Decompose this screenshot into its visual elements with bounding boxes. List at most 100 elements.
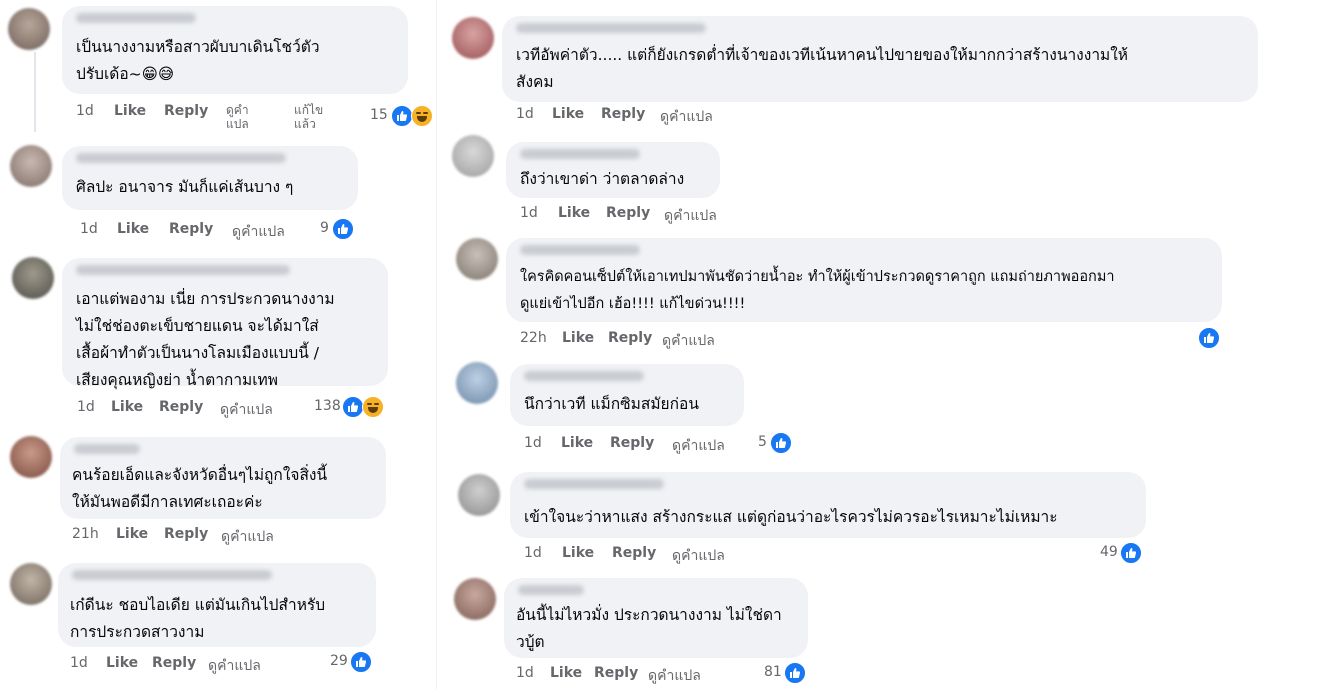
translate-button[interactable]: ดูคำแปล bbox=[672, 545, 725, 567]
reply-button[interactable]: Reply bbox=[152, 655, 196, 671]
author-name-blurred[interactable] bbox=[72, 570, 272, 580]
author-name-blurred[interactable] bbox=[74, 444, 140, 454]
comment-time[interactable]: 1d bbox=[80, 221, 98, 237]
translate-button[interactable]: ดูคำแปล bbox=[664, 205, 717, 227]
reaction-summary[interactable]: 138 bbox=[314, 396, 386, 418]
avatar[interactable] bbox=[452, 135, 494, 177]
like-button[interactable]: Like bbox=[558, 205, 590, 221]
comment-time[interactable]: 1d bbox=[516, 106, 534, 122]
reaction-summary[interactable]: 5 bbox=[756, 432, 794, 454]
reply-button[interactable]: Reply bbox=[606, 205, 650, 221]
comment-time[interactable]: 21h bbox=[72, 526, 99, 542]
avatar[interactable] bbox=[10, 436, 52, 478]
reply-button[interactable]: Reply bbox=[164, 526, 208, 542]
comment-time[interactable]: 1d bbox=[77, 399, 95, 415]
author-name-blurred[interactable] bbox=[76, 153, 286, 163]
thread-line bbox=[34, 52, 36, 132]
translate-button[interactable]: ดูคำแปล bbox=[226, 103, 262, 131]
comment-text: ถึงว่าเขาด่า ว่าตลาดล่าง bbox=[520, 170, 685, 188]
like-button[interactable]: Like bbox=[552, 106, 584, 122]
comment-text: ศิลปะ อนาจาร มันก็แค่เส้นบาง ๆ bbox=[76, 178, 294, 196]
like-button[interactable]: Like bbox=[111, 399, 143, 415]
reaction-summary[interactable]: 29 bbox=[330, 651, 374, 673]
author-name-blurred[interactable] bbox=[524, 479, 664, 489]
like-icon bbox=[350, 651, 372, 673]
author-name-blurred[interactable] bbox=[520, 245, 640, 255]
reply-button[interactable]: Reply bbox=[594, 665, 638, 681]
translate-button[interactable]: ดูคำแปล bbox=[208, 655, 261, 677]
reaction-summary[interactable]: 15 bbox=[370, 105, 438, 127]
haha-icon bbox=[362, 396, 384, 418]
avatar[interactable] bbox=[12, 257, 54, 299]
like-button[interactable]: Like bbox=[562, 330, 594, 346]
reaction-count: 5 bbox=[758, 434, 767, 450]
author-name-blurred[interactable] bbox=[76, 265, 290, 275]
translate-button[interactable]: ดูคำแปล bbox=[232, 221, 285, 243]
reply-button[interactable]: Reply bbox=[612, 545, 656, 561]
avatar[interactable] bbox=[456, 362, 498, 404]
comment-time[interactable]: 1d bbox=[70, 655, 88, 671]
edited-label[interactable]: แก้ไขแล้ว bbox=[294, 103, 334, 131]
comment-text: อันนี้ไม่ไหวมั่ง ประกวดนางงาม ไม่ใช่ดา ว… bbox=[516, 606, 782, 651]
reaction-count: 138 bbox=[314, 398, 341, 414]
reaction-summary[interactable]: 49 bbox=[1098, 542, 1146, 564]
reaction-summary[interactable]: 9 bbox=[318, 218, 358, 240]
avatar[interactable] bbox=[454, 578, 496, 620]
reaction-count: 9 bbox=[320, 220, 329, 236]
reaction-count: 81 bbox=[764, 664, 782, 680]
like-icon bbox=[1120, 542, 1142, 564]
author-name-blurred[interactable] bbox=[524, 371, 644, 381]
like-icon bbox=[1198, 327, 1220, 349]
comment-time[interactable]: 1d bbox=[516, 665, 534, 681]
reply-button[interactable]: Reply bbox=[169, 221, 213, 237]
translate-button[interactable]: ดูคำแปล bbox=[660, 106, 713, 128]
avatar[interactable] bbox=[456, 238, 498, 280]
translate-button[interactable]: ดูคำแปล bbox=[221, 526, 274, 548]
comment-time[interactable]: 22h bbox=[520, 330, 547, 346]
translate-button[interactable]: ดูคำแปล bbox=[662, 330, 715, 352]
reply-button[interactable]: Reply bbox=[608, 330, 652, 346]
comment-time[interactable]: 1d bbox=[524, 435, 542, 451]
author-name-blurred[interactable] bbox=[520, 149, 640, 159]
avatar[interactable] bbox=[10, 145, 52, 187]
like-button[interactable]: Like bbox=[114, 103, 146, 119]
comment-text: เก๋ดีนะ ชอบไอเดีย แต่มันเกินไปสำหรับ การ… bbox=[70, 596, 326, 641]
avatar[interactable] bbox=[8, 8, 50, 50]
like-button[interactable]: Like bbox=[550, 665, 582, 681]
like-button[interactable]: Like bbox=[562, 545, 594, 561]
like-button[interactable]: Like bbox=[561, 435, 593, 451]
column-divider bbox=[436, 0, 437, 689]
comment-text: นึกว่าเวที แม็กซิมสมัยก่อน bbox=[524, 395, 699, 413]
haha-icon bbox=[411, 105, 433, 127]
author-name-blurred[interactable] bbox=[516, 23, 706, 33]
like-icon bbox=[342, 396, 364, 418]
comment-time[interactable]: 1d bbox=[76, 103, 94, 119]
author-name-blurred[interactable] bbox=[76, 13, 196, 23]
reaction-count: 49 bbox=[1100, 544, 1118, 560]
avatar[interactable] bbox=[452, 17, 494, 59]
comment-text: เอาแต่พองาม เนี่ย การประกวดนางงาม ไม่ใช่… bbox=[76, 290, 335, 389]
like-icon bbox=[391, 105, 413, 127]
translate-button[interactable]: ดูคำแปล bbox=[220, 399, 273, 421]
like-button[interactable]: Like bbox=[106, 655, 138, 671]
reply-button[interactable]: Reply bbox=[164, 103, 208, 119]
reaction-summary[interactable] bbox=[1198, 327, 1222, 349]
author-name-blurred[interactable] bbox=[518, 585, 584, 595]
comment-text: คนร้อยเอ็ดและจังหวัดอื่นๆไม่ถูกใจสิ่งนี้… bbox=[72, 466, 328, 511]
like-icon bbox=[332, 218, 354, 240]
avatar[interactable] bbox=[10, 563, 52, 605]
like-button[interactable]: Like bbox=[117, 221, 149, 237]
like-icon bbox=[770, 432, 792, 454]
translate-button[interactable]: ดูคำแปล bbox=[648, 665, 701, 687]
reply-button[interactable]: Reply bbox=[159, 399, 203, 415]
reaction-summary[interactable]: 81 bbox=[764, 662, 808, 684]
reply-button[interactable]: Reply bbox=[610, 435, 654, 451]
translate-button[interactable]: ดูคำแปล bbox=[672, 435, 725, 457]
comment-time[interactable]: 1d bbox=[520, 205, 538, 221]
comment-time[interactable]: 1d bbox=[524, 545, 542, 561]
avatar[interactable] bbox=[458, 474, 500, 516]
like-button[interactable]: Like bbox=[116, 526, 148, 542]
reaction-count: 15 bbox=[370, 107, 388, 123]
reply-button[interactable]: Reply bbox=[601, 106, 645, 122]
reaction-count: 29 bbox=[330, 653, 348, 669]
